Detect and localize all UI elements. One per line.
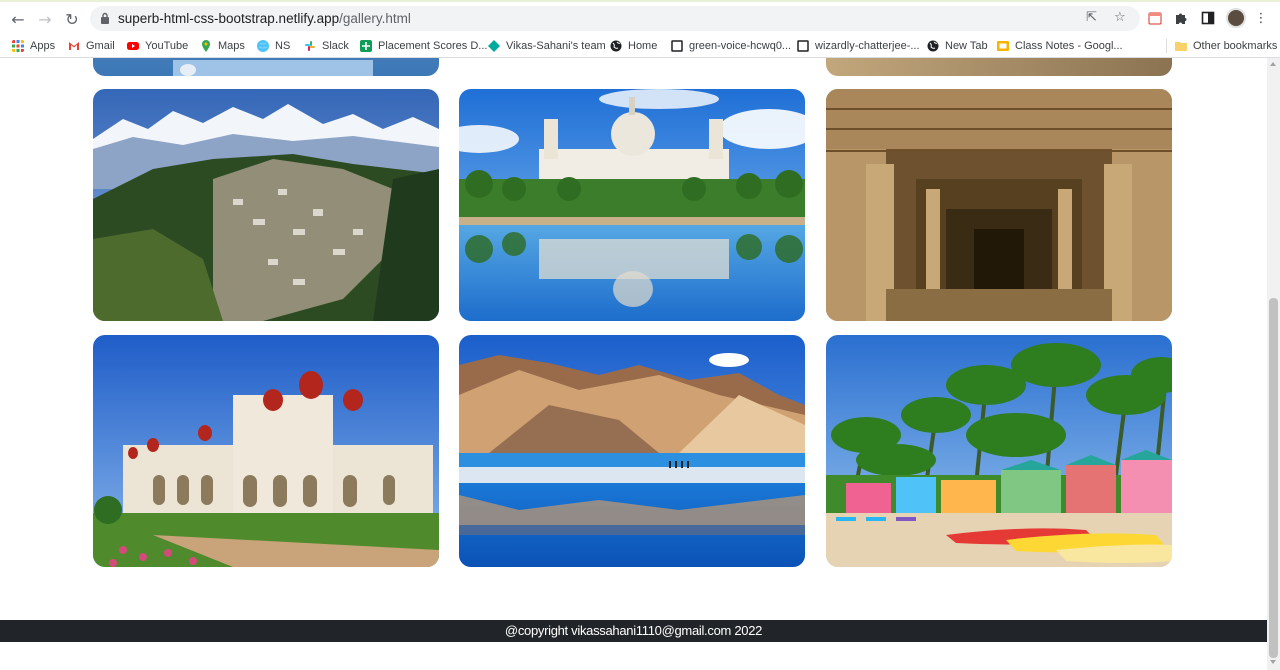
globe-icon bbox=[257, 40, 269, 52]
slack-icon bbox=[305, 41, 315, 51]
bookmark-green-voice[interactable]: green-voice-hcwq0... bbox=[671, 37, 791, 55]
slides-icon bbox=[997, 41, 1009, 51]
gallery-image-partial-2[interactable] bbox=[459, 58, 805, 76]
bookmark-maps[interactable]: Maps bbox=[200, 37, 245, 55]
footer-copyright: @copyright vikassahani1110@gmail.com 202… bbox=[0, 620, 1267, 642]
apps-grid-icon bbox=[12, 40, 24, 52]
scroll-down-arrow-icon[interactable] bbox=[1270, 660, 1276, 664]
star-bookmark-icon[interactable]: ☆ bbox=[1114, 10, 1126, 25]
page-bottom-space bbox=[0, 642, 1267, 670]
bookmark-wizardly[interactable]: wizardly-chatterjee-... bbox=[797, 37, 920, 55]
bookmark-team[interactable]: Vikas-Sahani's team bbox=[488, 37, 606, 55]
back-arrow-icon[interactable]: ← bbox=[7, 8, 29, 30]
bookmark-label: Home bbox=[628, 40, 658, 52]
bookmark-label: green-voice-hcwq0... bbox=[689, 40, 792, 52]
bookmark-other[interactable]: Other bookmarks bbox=[1175, 37, 1277, 55]
sheets-icon bbox=[360, 40, 372, 52]
bookmark-label: Slack bbox=[322, 40, 349, 52]
bookmark-label: Maps bbox=[218, 40, 245, 52]
bookmark-youtube[interactable]: YouTube bbox=[127, 37, 188, 55]
gallery-image-darjeeling[interactable] bbox=[93, 89, 439, 321]
bookmark-label: Placement Scores D... bbox=[378, 40, 488, 52]
bookmark-label: wizardly-chatterjee-... bbox=[815, 40, 920, 52]
bookmarks-separator bbox=[1166, 39, 1167, 53]
bookmark-class-notes[interactable]: Class Notes - Googl... bbox=[997, 37, 1123, 55]
gallery-image-pangong-lake[interactable] bbox=[459, 335, 805, 567]
scrollbar-thumb[interactable] bbox=[1269, 298, 1278, 658]
url-text: superb-html-css-bootstrap.netlify.app/ga… bbox=[118, 11, 411, 26]
menu-kebab-icon[interactable]: ⋮ bbox=[1252, 9, 1270, 27]
share-icon[interactable]: ⇱ bbox=[1086, 10, 1097, 25]
gallery-image-mysore-palace[interactable] bbox=[93, 335, 439, 567]
bookmark-label: YouTube bbox=[145, 40, 189, 52]
globe-dark-icon bbox=[927, 40, 939, 52]
address-bar[interactable]: superb-html-css-bootstrap.netlify.app/ga… bbox=[90, 6, 1140, 31]
gallery-image-stepwell[interactable] bbox=[826, 89, 1172, 321]
bookmarks-bar: Apps Gmail YouTube Maps NS Slack Placeme… bbox=[0, 33, 1280, 58]
reload-icon[interactable]: ↻ bbox=[61, 8, 83, 30]
bookmark-label: Class Notes - Googl... bbox=[1015, 40, 1123, 52]
browser-toolbar: ← → ↻ superb-html-css-bootstrap.netlify.… bbox=[0, 0, 1280, 33]
gallery-image-partial-3[interactable] bbox=[826, 58, 1172, 76]
bookmark-label: Other bookmarks bbox=[1193, 40, 1278, 52]
profile-avatar[interactable] bbox=[1226, 8, 1246, 28]
diamond-icon bbox=[488, 40, 500, 52]
bookmark-new-tab[interactable]: New Tab bbox=[927, 37, 988, 55]
folder-icon bbox=[1175, 42, 1187, 51]
square-outline-icon bbox=[797, 40, 809, 52]
gmail-icon bbox=[69, 42, 79, 50]
bookmark-label: Vikas-Sahani's team bbox=[506, 40, 606, 52]
youtube-icon bbox=[127, 42, 139, 50]
bookmark-slack[interactable]: Slack bbox=[304, 37, 349, 55]
extensions-puzzle-icon[interactable] bbox=[1172, 9, 1190, 27]
bookmark-placement-scores[interactable]: Placement Scores D... bbox=[360, 37, 487, 55]
bookmark-gmail[interactable]: Gmail bbox=[68, 37, 115, 55]
globe-dark-icon bbox=[610, 40, 622, 52]
extension-calendar-icon[interactable] bbox=[1146, 9, 1164, 27]
bookmark-label: Gmail bbox=[86, 40, 115, 52]
bookmark-ns[interactable]: NS bbox=[257, 37, 290, 55]
bookmark-label: NS bbox=[275, 40, 291, 52]
scroll-up-arrow-icon[interactable] bbox=[1270, 62, 1276, 66]
lock-icon bbox=[101, 12, 109, 24]
page-viewport: @copyright vikassahani1110@gmail.com 202… bbox=[0, 58, 1267, 670]
maps-pin-icon bbox=[202, 40, 210, 52]
bookmark-label: Apps bbox=[30, 40, 56, 52]
forward-arrow-icon[interactable]: → bbox=[34, 8, 56, 30]
gallery-image-victoria-memorial[interactable] bbox=[459, 89, 805, 321]
bookmark-label: New Tab bbox=[945, 40, 988, 52]
page-scrollbar[interactable] bbox=[1267, 58, 1280, 670]
square-outline-icon bbox=[671, 40, 683, 52]
side-panel-icon[interactable] bbox=[1199, 9, 1217, 27]
gallery-image-goa-beach[interactable] bbox=[826, 335, 1172, 567]
bookmark-home[interactable]: Home bbox=[610, 37, 657, 55]
gallery-image-partial-1[interactable] bbox=[93, 58, 439, 76]
bookmark-apps[interactable]: Apps bbox=[12, 37, 55, 55]
